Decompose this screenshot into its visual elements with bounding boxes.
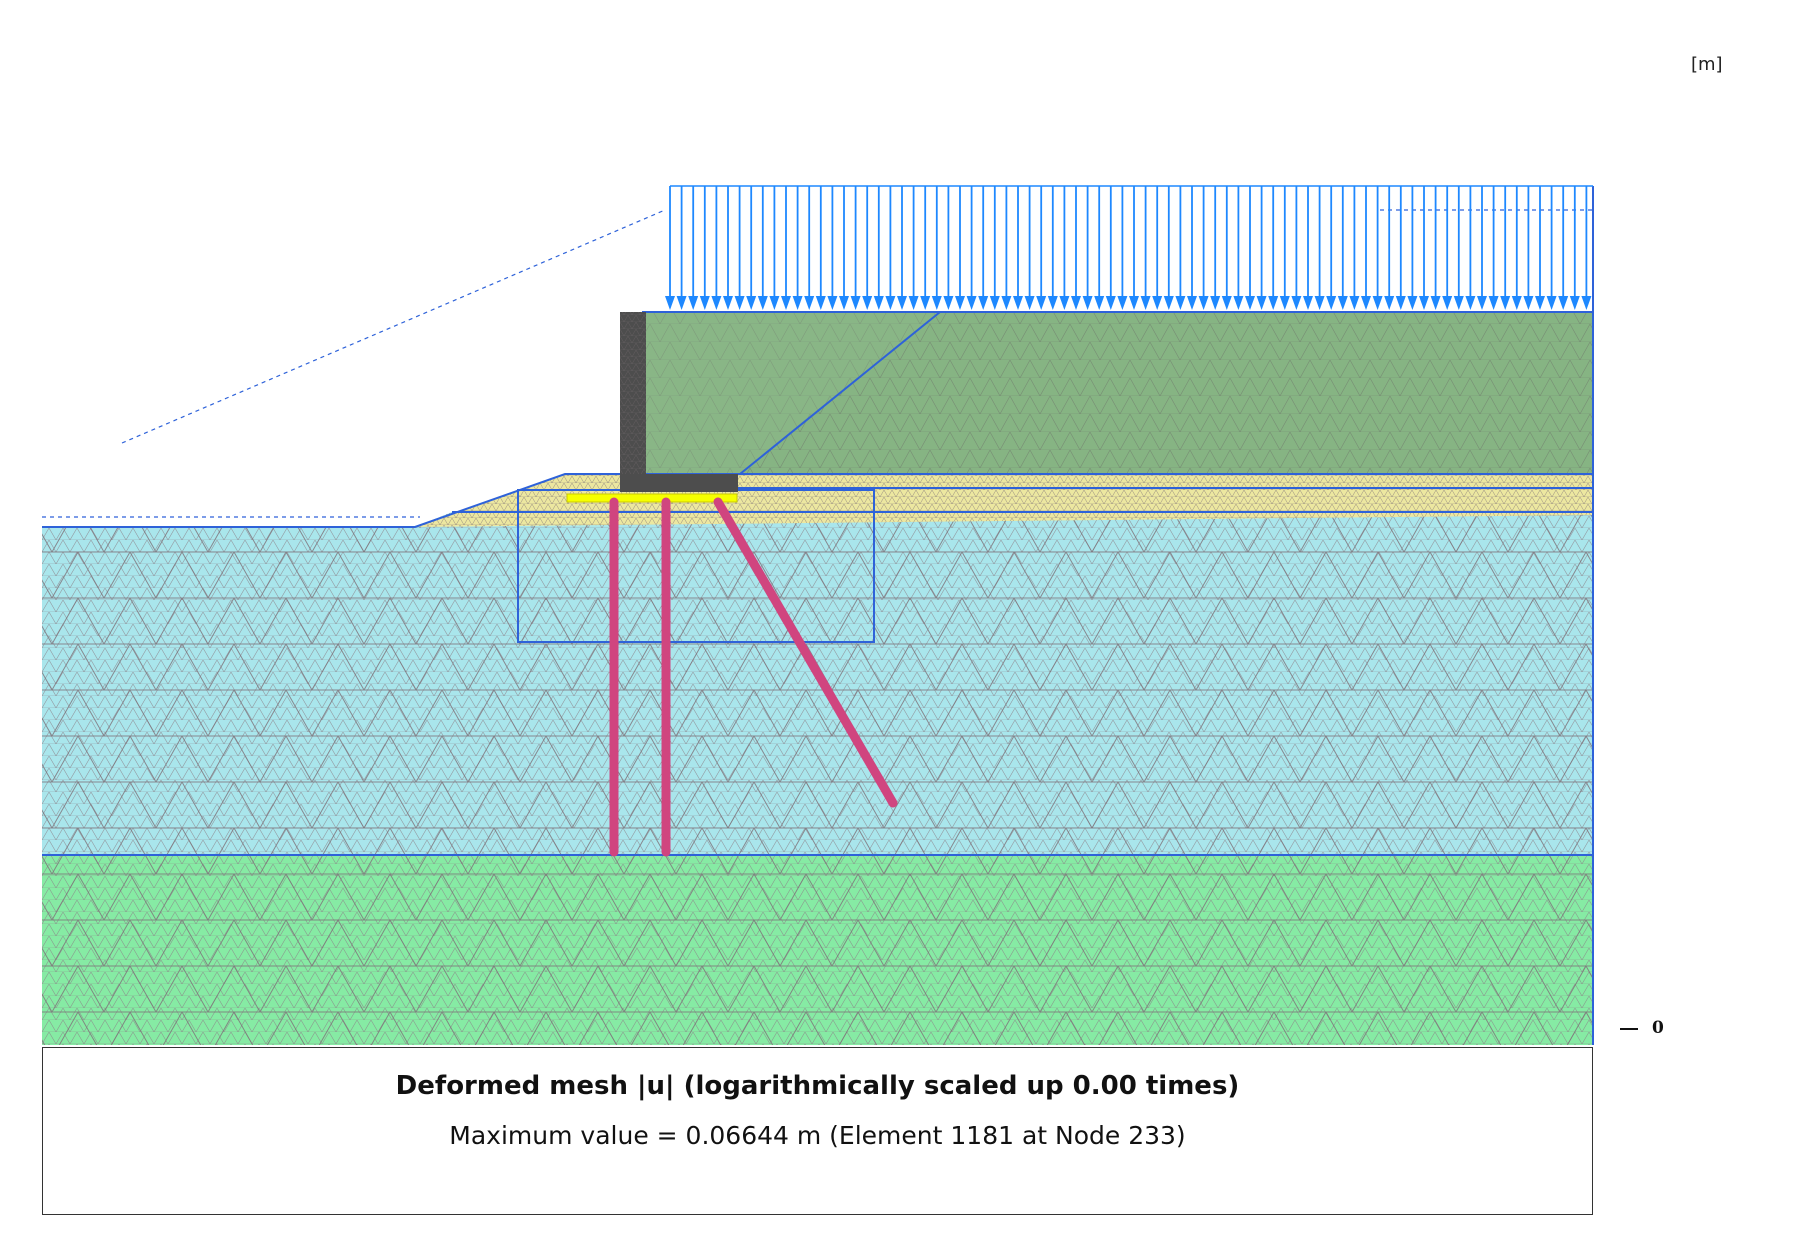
load-arrow-head-icon [792, 296, 803, 310]
load-arrow-head-icon [1314, 296, 1325, 310]
load-arrow-head-icon [943, 296, 954, 310]
load-arrow-head-icon [804, 296, 815, 310]
load-arrow-head-icon [1546, 296, 1557, 310]
load-arrow-head-icon [850, 296, 861, 310]
load-arrow-head-icon [734, 296, 745, 310]
load-arrow-head-icon [1326, 296, 1337, 310]
load-arrow-head-icon [1140, 296, 1151, 310]
load-arrow-head-icon [1256, 296, 1267, 310]
load-arrow-head-icon [1024, 296, 1035, 310]
load-arrow-head-icon [1233, 296, 1244, 310]
load-arrow-head-icon [908, 296, 919, 310]
load-arrow-head-icon [839, 296, 849, 310]
load-arrow-head-icon [1581, 296, 1592, 310]
load-arrow-head-icon [711, 296, 722, 310]
load-arrow-head-icon [1558, 296, 1569, 310]
distributed-load-arrows [665, 186, 1592, 310]
load-arrow-head-icon [862, 296, 873, 310]
load-arrow-head-icon [781, 296, 791, 310]
load-arrow-head-icon [1477, 296, 1487, 310]
load-arrow-head-icon [1105, 296, 1116, 310]
load-arrow-head-icon [1059, 296, 1070, 310]
load-arrow-head-icon [920, 296, 931, 310]
caption-subtitle: Maximum value = 0.06644 m (Element 1181 … [449, 1121, 1186, 1150]
load-arrow-head-icon [1187, 296, 1197, 310]
load-arrow-head-icon [989, 296, 1000, 310]
load-arrow-head-icon [1221, 296, 1232, 310]
caption-title: Deformed mesh |u| (logarithmically scale… [395, 1071, 1240, 1101]
load-arrow-head-icon [815, 296, 826, 310]
load-arrow-head-icon [676, 296, 687, 310]
unit-label: [m] [1691, 54, 1723, 75]
load-arrow-head-icon [1198, 296, 1209, 310]
load-arrow-head-icon [1488, 296, 1499, 310]
scale-zero-tick: 0 [1620, 1018, 1664, 1038]
load-arrow-head-icon [1372, 296, 1383, 310]
load-arrow-head-icon [1303, 296, 1313, 310]
load-arrow-head-icon [1500, 296, 1511, 310]
load-arrow-head-icon [1279, 296, 1290, 310]
load-arrow-head-icon [1268, 296, 1279, 310]
load-arrow-head-icon [966, 296, 977, 310]
load-arrow-head-icon [1395, 296, 1406, 310]
load-arrow-head-icon [1117, 296, 1128, 310]
load-arrow-head-icon [1129, 296, 1139, 310]
load-arrow-head-icon [1349, 296, 1360, 310]
scale-dash-icon [1620, 1027, 1638, 1030]
load-arrow-head-icon [1082, 296, 1093, 310]
load-arrow-head-icon [769, 296, 780, 310]
load-arrow-head-icon [978, 296, 989, 310]
result-caption: Deformed mesh |u| (logarithmically scale… [42, 1047, 1593, 1215]
load-arrow-head-icon [1001, 296, 1012, 310]
load-arrow-head-icon [1152, 296, 1163, 310]
load-arrow-head-icon [723, 296, 733, 310]
load-arrow-head-icon [1291, 296, 1302, 310]
load-arrow-head-icon [1245, 296, 1255, 310]
load-arrow-head-icon [1535, 296, 1545, 310]
bottom-soil-layer [42, 855, 1593, 1045]
load-arrow-head-icon [1175, 296, 1186, 310]
load-arrow-head-icon [757, 296, 768, 310]
load-arrow-head-icon [1442, 296, 1453, 310]
load-arrow-head-icon [1430, 296, 1441, 310]
scale-zero-label: 0 [1652, 1018, 1664, 1038]
load-arrow-head-icon [897, 296, 907, 310]
load-arrow-head-icon [1384, 296, 1395, 310]
load-arrow-head-icon [873, 296, 884, 310]
load-arrow-head-icon [1419, 296, 1429, 310]
load-arrow-head-icon [1036, 296, 1047, 310]
load-arrow-head-icon [1569, 296, 1580, 310]
load-arrow-head-icon [1013, 296, 1023, 310]
load-arrow-head-icon [1511, 296, 1522, 310]
load-arrow-head-icon [1163, 296, 1174, 310]
load-arrow-head-icon [1337, 296, 1348, 310]
load-arrow-head-icon [1407, 296, 1418, 310]
middle-soil-layer [42, 512, 1593, 855]
load-arrow-head-icon [827, 296, 838, 310]
load-arrow-head-icon [688, 296, 699, 310]
load-arrow-head-icon [746, 296, 757, 310]
load-arrow-head-icon [665, 296, 675, 310]
foundation-slab [566, 493, 738, 503]
load-arrow-head-icon [955, 296, 965, 310]
load-arrow-head-icon [1094, 296, 1105, 310]
load-arrow-head-icon [699, 296, 710, 310]
load-arrow-head-icon [1523, 296, 1534, 310]
load-arrow-head-icon [1361, 296, 1371, 310]
load-arrow-head-icon [1453, 296, 1464, 310]
load-arrow-head-icon [1465, 296, 1476, 310]
backfill-layer [642, 312, 1593, 474]
load-arrow-head-icon [1047, 296, 1058, 310]
load-arrow-head-icon [1071, 296, 1081, 310]
load-arrow-head-icon [1210, 296, 1221, 310]
load-arrow-head-icon [931, 296, 942, 310]
load-arrow-head-icon [885, 296, 896, 310]
